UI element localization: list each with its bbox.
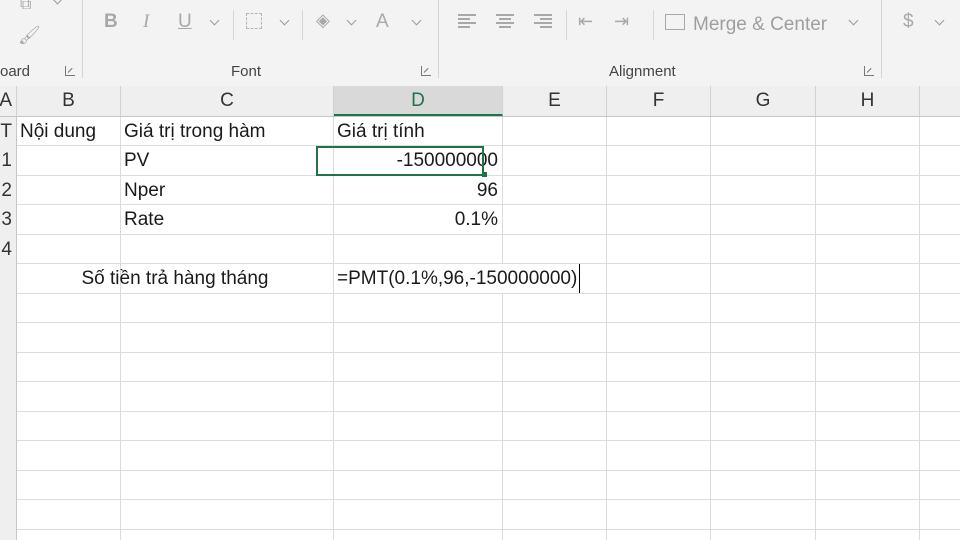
cell-c4[interactable]: Rate: [124, 205, 164, 234]
group-separator: [438, 0, 439, 78]
gridline: [815, 117, 816, 540]
cell-c2[interactable]: PV: [124, 146, 149, 175]
fill-color-icon[interactable]: ◈: [316, 9, 330, 31]
font-launcher-icon[interactable]: [421, 66, 431, 76]
row-header[interactable]: 2: [0, 176, 16, 205]
fill-color-dropdown-icon[interactable]: [346, 15, 357, 26]
column-header-g[interactable]: G: [711, 86, 816, 116]
borders-icon[interactable]: [246, 13, 262, 29]
active-cell-border: [316, 146, 484, 176]
row-header[interactable]: 3: [0, 205, 16, 234]
cell-b1[interactable]: Nội dung: [20, 117, 96, 146]
format-painter-icon[interactable]: 🖌: [18, 24, 41, 46]
font-color-button[interactable]: A: [376, 11, 389, 33]
row-header[interactable]: 4: [0, 235, 16, 264]
gridline: [606, 117, 607, 540]
gridline: [17, 411, 960, 412]
cell-c3[interactable]: Nper: [124, 176, 165, 205]
toolbar-separator: [302, 10, 303, 40]
gridline: [17, 440, 960, 441]
cell-grid[interactable]: Nội dung Giá trị trong hàm Giá trị tính …: [17, 117, 960, 540]
gridline: [17, 293, 960, 294]
gridline: [17, 381, 960, 382]
copy-icon[interactable]: ⧉: [20, 0, 31, 16]
cell-d4[interactable]: 0.1%: [334, 205, 498, 234]
row-header[interactable]: T: [0, 117, 16, 146]
gridline: [919, 117, 920, 540]
alignment-launcher-icon[interactable]: [864, 66, 874, 76]
bold-button[interactable]: B: [104, 11, 118, 33]
row-header[interactable]: 1: [0, 146, 16, 175]
column-header-f[interactable]: F: [607, 86, 711, 116]
font-group-label: Font: [231, 63, 262, 80]
column-header-e[interactable]: E: [503, 86, 607, 116]
column-header-h[interactable]: H: [816, 86, 920, 116]
group-separator: [82, 0, 83, 78]
gridline: [17, 470, 960, 471]
gridline: [17, 234, 960, 235]
decrease-indent-icon[interactable]: ⇤: [578, 10, 593, 32]
column-header-d[interactable]: D: [334, 86, 503, 116]
copy-dropdown-icon[interactable]: [52, 0, 63, 5]
column-header-i[interactable]: [920, 86, 960, 116]
currency-dropdown-icon[interactable]: [934, 15, 945, 26]
toolbar-separator: [233, 10, 234, 40]
cell-c1[interactable]: Giá trị trong hàm: [124, 117, 266, 146]
group-separator: [881, 0, 882, 78]
toolbar-separator: [566, 10, 567, 40]
row-headers: T 1 2 3 4: [0, 117, 17, 540]
increase-indent-icon[interactable]: ⇥: [614, 10, 629, 32]
cell-d3[interactable]: 96: [334, 176, 498, 205]
gridline: [17, 352, 960, 353]
underline-dropdown-icon[interactable]: [209, 15, 220, 26]
align-center-icon[interactable]: [496, 14, 514, 30]
cell-b6[interactable]: Số tiền trả hàng tháng: [17, 264, 333, 293]
ribbon: ⧉ 🖌 oard B I U ◈ A Font ⇤ ⇥ Merge & Cent…: [0, 0, 960, 86]
merge-center-dropdown-icon[interactable]: [848, 15, 859, 26]
alignment-group-label: Alignment: [609, 63, 676, 80]
fill-handle[interactable]: [482, 172, 487, 177]
currency-format-button[interactable]: $: [903, 11, 914, 33]
font-color-dropdown-icon[interactable]: [411, 15, 422, 26]
cell-d6-formula-editor[interactable]: =PMT(0.1%,96,-150000000): [337, 264, 581, 293]
cell-d1[interactable]: Giá trị tính: [337, 117, 425, 146]
borders-dropdown-icon[interactable]: [279, 15, 290, 26]
gridline: [710, 117, 711, 540]
toolbar-separator: [653, 10, 654, 40]
align-left-icon[interactable]: [458, 14, 476, 30]
gridline: [17, 322, 960, 323]
gridline: [17, 499, 960, 500]
column-header-c[interactable]: C: [121, 86, 334, 116]
column-headers: A B C D E F G H: [0, 86, 960, 117]
merge-center-button[interactable]: Merge & Center: [693, 14, 827, 36]
underline-button[interactable]: U: [178, 11, 192, 33]
gridline: [502, 117, 503, 540]
italic-button[interactable]: I: [143, 11, 149, 33]
merge-center-icon[interactable]: [665, 14, 685, 30]
gridline: [120, 117, 121, 540]
column-header-a[interactable]: A: [0, 86, 17, 116]
align-right-icon[interactable]: [534, 14, 552, 30]
gridline: [17, 529, 960, 530]
column-header-b[interactable]: B: [17, 86, 121, 116]
clipboard-launcher-icon[interactable]: [65, 66, 75, 76]
clipboard-group-label: oard: [0, 63, 31, 80]
